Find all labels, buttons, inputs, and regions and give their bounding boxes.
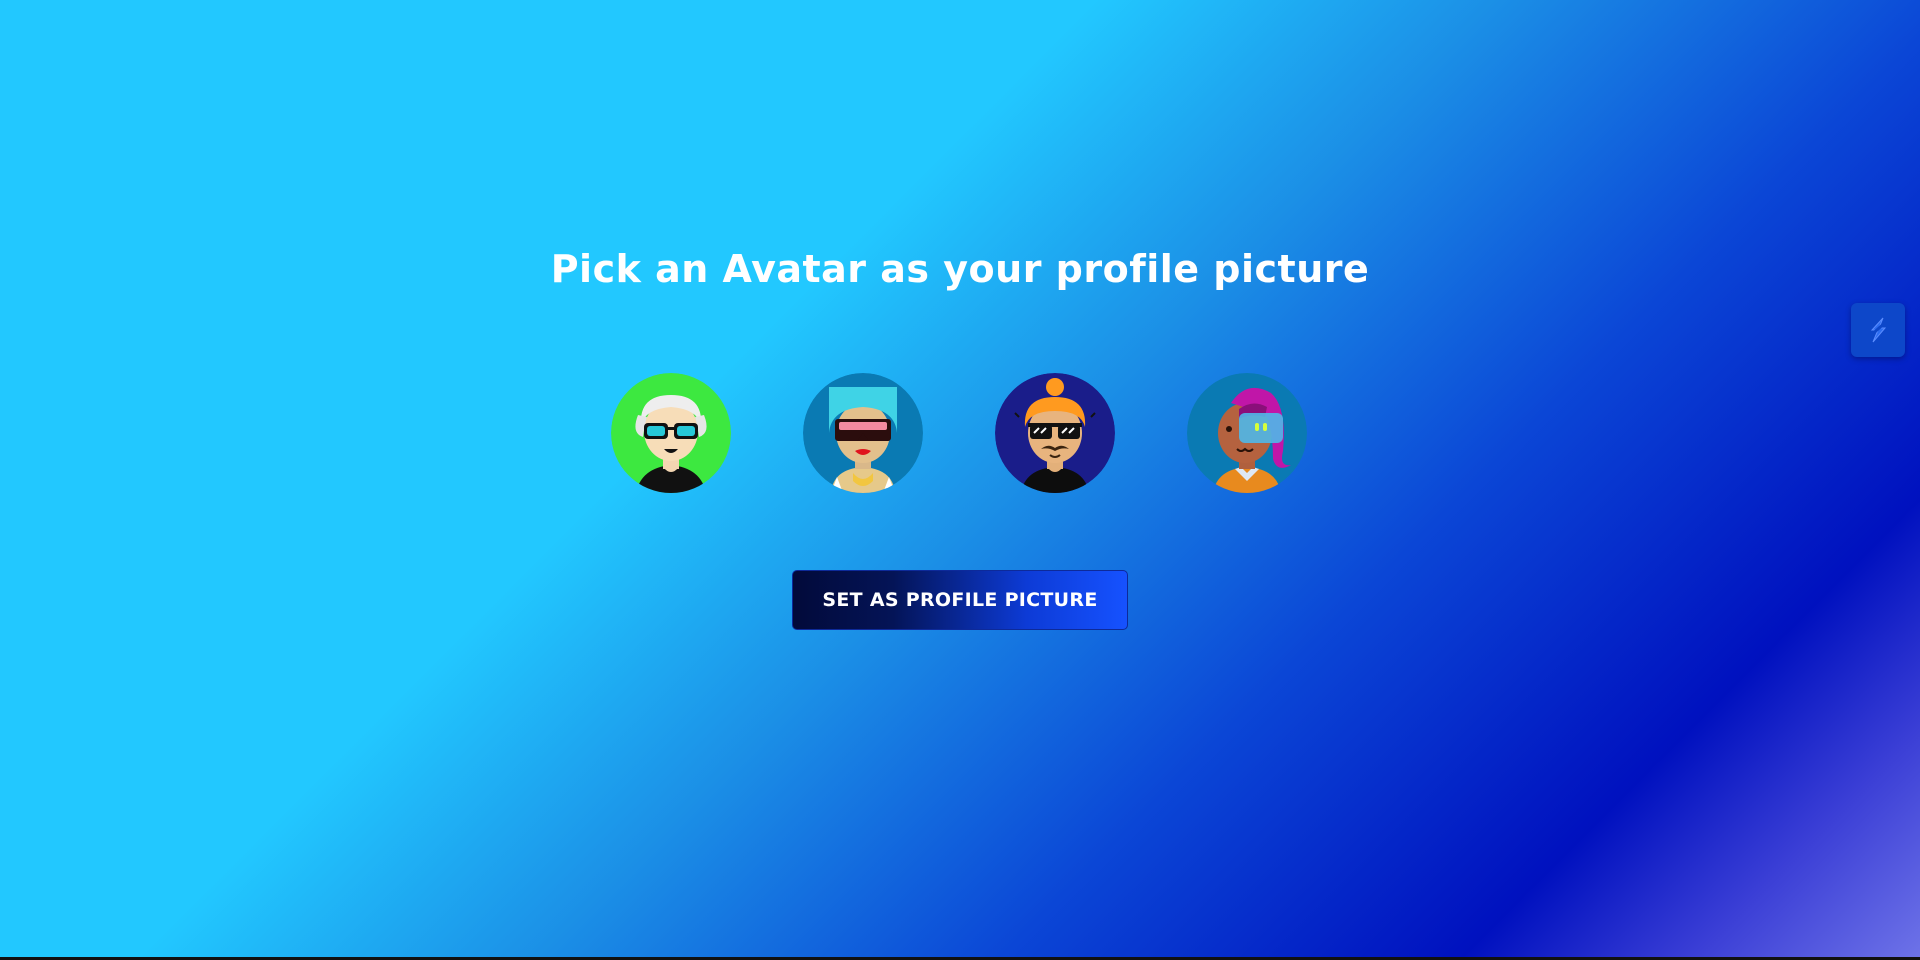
avatar-4-icon xyxy=(1187,373,1307,493)
floating-widget-button[interactable] xyxy=(1851,303,1905,357)
set-profile-picture-button[interactable]: SET AS PROFILE PICTURE xyxy=(792,570,1128,630)
avatar-2-icon xyxy=(803,373,923,493)
avatar-option-4[interactable] xyxy=(1187,373,1307,493)
avatar-3-icon xyxy=(995,373,1115,493)
lightning-icon xyxy=(1868,317,1888,343)
page-title: Pick an Avatar as your profile picture xyxy=(550,247,1370,291)
avatar-1-icon xyxy=(611,373,731,493)
avatar-list xyxy=(611,373,1307,493)
avatar-option-3[interactable] xyxy=(995,373,1115,493)
avatar-option-2[interactable] xyxy=(803,373,923,493)
avatar-option-1[interactable] xyxy=(611,373,731,493)
